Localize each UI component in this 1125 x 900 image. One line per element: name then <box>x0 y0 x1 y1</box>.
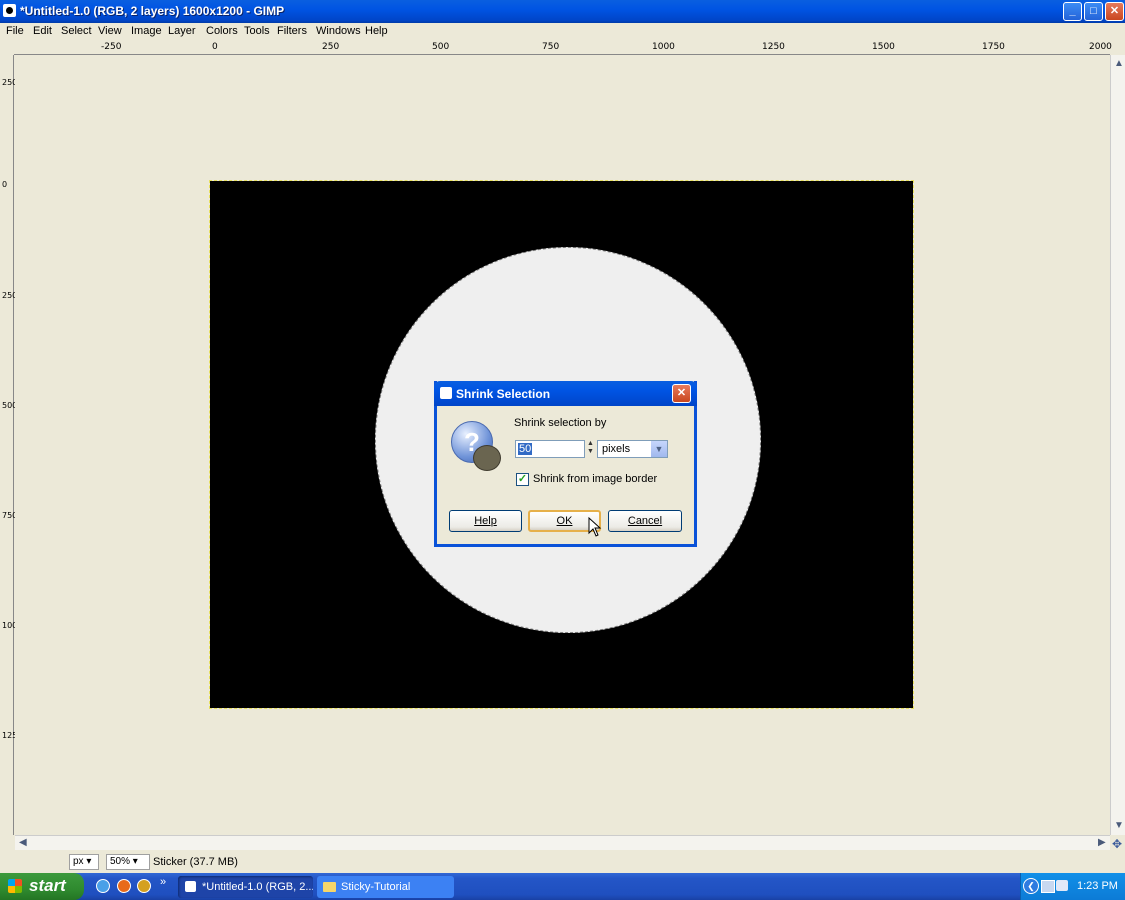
hruler-label: 1500 <box>872 42 895 52</box>
hruler-label: 1250 <box>762 42 785 52</box>
minimize-button[interactable]: _ <box>1063 2 1082 21</box>
shrink-border-checkbox[interactable]: ✓ <box>516 473 529 486</box>
volume-icon[interactable] <box>1056 880 1068 891</box>
vruler-label: 500 <box>2 401 18 410</box>
folder-icon <box>323 882 336 892</box>
menu-tools[interactable]: Tools <box>244 25 270 37</box>
menu-windows[interactable]: Windows <box>316 25 361 37</box>
windows-logo-icon <box>8 879 22 893</box>
hruler-label: 2000 <box>1089 42 1112 52</box>
tray-collapse-icon[interactable]: ❮ <box>1023 878 1039 894</box>
unit-dropdown[interactable]: pixels ▼ <box>597 440 668 458</box>
scroll-down-icon[interactable]: ▼ <box>1114 820 1124 831</box>
unit-selector[interactable]: px ▾ <box>69 854 99 870</box>
dialog-close-button[interactable]: ✕ <box>672 384 691 403</box>
task-gimp-label: *Untitled-1.0 (RGB, 2... <box>202 881 313 893</box>
mouse-cursor-icon <box>588 517 602 537</box>
task-sticky-tutorial[interactable]: Sticky-Tutorial <box>317 876 454 898</box>
start-label: start <box>29 876 66 895</box>
menu-edit[interactable]: Edit <box>33 25 52 37</box>
network-icon[interactable] <box>1041 880 1055 893</box>
ok-button-label: OK <box>556 515 573 527</box>
shrink-amount-spinner[interactable]: ▲ ▼ <box>585 440 596 458</box>
chevron-down-icon[interactable]: ▼ <box>651 441 667 457</box>
shrink-amount-input[interactable]: 50 <box>515 440 585 458</box>
vruler-label: 750 <box>2 511 18 520</box>
task-sticky-label: Sticky-Tutorial <box>341 881 411 893</box>
cancel-button-label: Cancel <box>627 515 663 527</box>
clock: 1:23 PM <box>1077 880 1118 892</box>
vertical-scrollbar[interactable]: ▲ ▼ <box>1110 55 1125 835</box>
shrink-amount-value: 50 <box>518 443 533 455</box>
shrink-prompt-label: Shrink selection by <box>514 417 607 429</box>
vruler-label: 0 <box>2 180 8 189</box>
menu-select[interactable]: Select <box>61 25 92 37</box>
gimp-task-icon <box>185 881 196 892</box>
menu-help[interactable]: Help <box>365 25 388 37</box>
scroll-left-icon[interactable]: ◀ <box>19 837 27 848</box>
vruler-label: 250 <box>2 291 18 300</box>
maximize-button[interactable]: □ <box>1084 2 1103 21</box>
system-tray: ❮ 1:23 PM <box>1020 873 1125 900</box>
unit-dropdown-value: pixels <box>602 443 631 455</box>
dialog-title: Shrink Selection <box>456 387 551 401</box>
unit-value: px <box>73 856 84 867</box>
hruler-label: 250 <box>322 42 340 52</box>
zoom-value: 50% <box>110 856 131 867</box>
window-title: *Untitled-1.0 (RGB, 2 layers) 1600x1200 … <box>20 4 285 18</box>
cancel-button[interactable]: Cancel <box>608 510 682 532</box>
menu-file[interactable]: File <box>6 25 24 37</box>
menu-bar: File Edit Select View Image Layer Colors… <box>0 23 1125 41</box>
horizontal-ruler[interactable]: -250 0 250 500 750 1000 1250 1500 1750 2… <box>14 41 1112 55</box>
menu-layer[interactable]: Layer <box>168 25 196 37</box>
vruler-label: 1000 <box>2 621 23 630</box>
hruler-label: -250 <box>101 42 122 52</box>
hruler-label: 0 <box>212 42 218 52</box>
dialog-app-icon <box>440 387 452 399</box>
taskbar <box>0 873 1125 900</box>
menu-filters[interactable]: Filters <box>277 25 307 37</box>
task-gimp[interactable]: *Untitled-1.0 (RGB, 2... <box>178 876 313 898</box>
status-text: Sticker (37.7 MB) <box>153 856 238 868</box>
vertical-ruler[interactable]: 250 0 250 500 750 1000 1250 <box>0 55 23 835</box>
navigate-icon[interactable]: ✥ <box>1112 837 1122 851</box>
hruler-label: 750 <box>542 42 560 52</box>
horizontal-scrollbar[interactable]: ◀ ▶ <box>15 835 1110 850</box>
title-bar[interactable]: *Untitled-1.0 (RGB, 2 layers) 1600x1200 … <box>0 0 1125 23</box>
media-player-icon[interactable] <box>137 879 151 893</box>
ruler-corner-menu[interactable] <box>0 41 14 55</box>
zoom-selector[interactable]: 50% ▾ <box>106 854 150 870</box>
scroll-right-icon[interactable]: ▶ <box>1098 837 1106 848</box>
firefox-icon[interactable] <box>117 879 131 893</box>
hruler-label: 1750 <box>982 42 1005 52</box>
vruler-label: 1250 <box>2 731 23 740</box>
vruler-label: 250 <box>2 78 18 87</box>
shrink-border-label: Shrink from image border <box>533 473 658 485</box>
help-button-label: Help <box>474 515 497 527</box>
status-bar: px ▾ 50% ▾ Sticker (37.7 MB) <box>0 852 1125 872</box>
start-button[interactable]: start <box>0 873 84 900</box>
menu-image[interactable]: Image <box>131 25 162 37</box>
quicklaunch-more-icon[interactable]: » <box>160 876 166 888</box>
close-button[interactable]: ✕ <box>1105 2 1124 21</box>
hruler-label: 500 <box>432 42 450 52</box>
menu-view[interactable]: View <box>98 25 122 37</box>
gimp-app-icon <box>3 4 16 17</box>
question-icon: ? <box>451 421 501 471</box>
scroll-up-icon[interactable]: ▲ <box>1114 58 1124 69</box>
ie-icon[interactable] <box>96 879 110 893</box>
hruler-label: 1000 <box>652 42 675 52</box>
menu-colors[interactable]: Colors <box>206 25 238 37</box>
dialog-title-bar[interactable]: Shrink Selection ✕ <box>434 381 697 406</box>
help-button[interactable]: Help <box>449 510 522 532</box>
